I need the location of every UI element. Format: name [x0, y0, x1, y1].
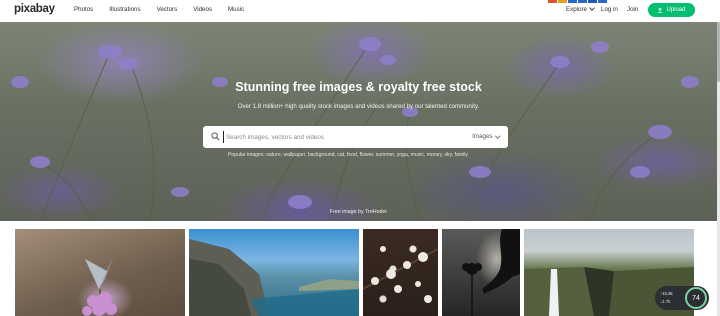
nav-music[interactable]: Music: [228, 6, 244, 13]
hero-subtitle: Over 1.8 million+ high quality stock ima…: [237, 103, 480, 110]
chevron-down-icon: [589, 5, 595, 11]
login-link[interactable]: Log in: [601, 6, 618, 13]
extension-icon[interactable]: [548, 0, 557, 3]
nav-videos[interactable]: Videos: [193, 6, 212, 13]
extension-icon[interactable]: [578, 0, 587, 3]
browser-extension-icons: [548, 0, 607, 3]
gallery-image-blossom[interactable]: [363, 229, 438, 316]
nav-illustrations[interactable]: Illustrations: [109, 6, 140, 13]
butterfly-image: [82, 257, 117, 316]
gallery-image-butterfly[interactable]: [15, 229, 185, 316]
extension-icon[interactable]: [558, 0, 567, 3]
search-bar: Images: [203, 126, 508, 148]
nav-vectors[interactable]: Vectors: [157, 6, 178, 13]
image-credit[interactable]: Free image by TreHoder: [0, 209, 717, 215]
search-type-label: Images: [472, 133, 493, 140]
hero-title: Stunning free images & royalty free stoc…: [235, 80, 482, 94]
gallery-image-coast[interactable]: [189, 229, 359, 316]
performance-score: 74: [685, 287, 707, 309]
top-navigation-bar: pixabay Photos Illustrations Vectors Vid…: [0, 0, 720, 22]
blossom-image: [363, 246, 438, 303]
explore-label: Explore: [566, 6, 587, 13]
search-input[interactable]: [223, 131, 443, 143]
nav-photos[interactable]: Photos: [74, 6, 93, 13]
chevron-down-icon: [494, 132, 500, 138]
explore-menu[interactable]: Explore: [566, 5, 595, 13]
hero-banner: Stunning free images & royalty free stoc…: [0, 22, 717, 221]
network-speed-widget[interactable]: ↑15.9k ↓1.7k 74: [655, 286, 709, 310]
silhouette-image: [462, 229, 520, 316]
upload-speed: ↑15.9k: [660, 291, 673, 296]
extension-icon[interactable]: [588, 0, 597, 3]
main-nav: Photos Illustrations Vectors Videos Musi…: [74, 6, 260, 13]
search-type-dropdown[interactable]: Images: [472, 132, 500, 140]
coast-image: [189, 239, 359, 316]
download-speed: ↓1.7k: [660, 299, 671, 304]
image-gallery: [15, 229, 705, 316]
gallery-image-silhouette[interactable]: [442, 229, 520, 316]
upload-button[interactable]: Upload: [648, 3, 695, 17]
upload-label: Upload: [666, 7, 686, 13]
search-icon[interactable]: [211, 132, 220, 141]
join-link[interactable]: Join: [627, 6, 638, 13]
extension-icon[interactable]: [568, 0, 577, 3]
upload-icon: [658, 7, 663, 13]
extension-icon[interactable]: [598, 0, 607, 3]
pixabay-logo[interactable]: pixabay: [14, 3, 55, 15]
popular-searches[interactable]: Popular images: nature, wallpaper, backg…: [228, 152, 468, 158]
hero-background-flowers: [11, 37, 699, 221]
